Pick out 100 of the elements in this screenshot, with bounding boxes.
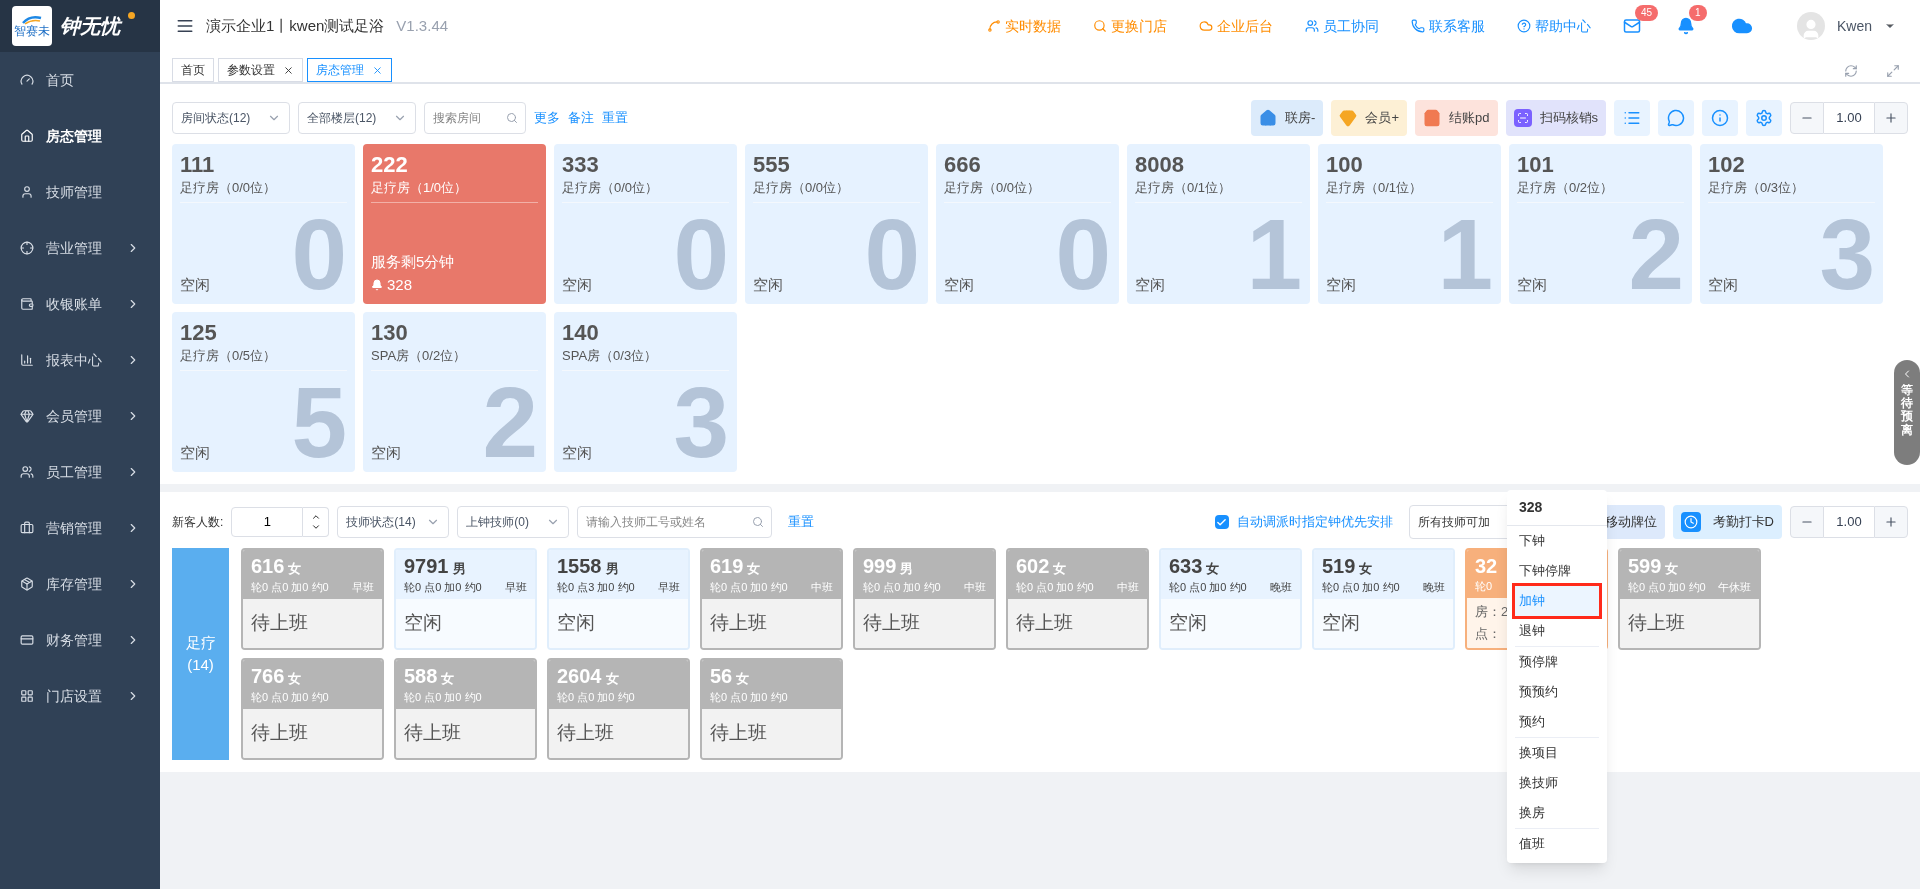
sidebar-item[interactable]: 会员管理 [0, 388, 160, 444]
fullscreen-icon[interactable] [1886, 64, 1900, 78]
sidebar-item[interactable]: 报表中心 [0, 332, 160, 388]
technician-status: 待上班 [710, 721, 767, 745]
page-tab[interactable]: 参数设置 [218, 58, 303, 82]
sidebar-item[interactable]: 首页 [0, 52, 160, 108]
shift-label: 晚班 [1423, 579, 1445, 595]
users-icon [1304, 19, 1319, 33]
technician-number: 56 [710, 664, 733, 688]
technician-stats: 轮0 点0 加0 约0 [404, 579, 482, 595]
technician-card[interactable]: 599 女 轮0 点0 加0 约0 午休班 待上班 [1618, 548, 1761, 650]
menu-item[interactable]: 值班 [1515, 829, 1599, 859]
technician-card[interactable]: 56 女 轮0 点0 加0 约0 待上班 [700, 658, 843, 760]
mail-icon[interactable] [1622, 17, 1641, 35]
user-name[interactable]: Kwen [1836, 15, 1872, 37]
room-status: 空闲 [1135, 274, 1166, 295]
technician-card[interactable]: 588 女 轮0 点0 加0 约0 待上班 [394, 658, 537, 760]
increment-button[interactable] [1874, 506, 1908, 538]
search-icon [752, 516, 765, 528]
bell-icon[interactable] [1676, 17, 1695, 35]
technician-card[interactable]: 519 女 轮0 点0 加0 约0 晚班 空闲 [1312, 548, 1455, 650]
user-icon [20, 185, 34, 199]
menu-icon[interactable] [176, 17, 194, 35]
room-search-field[interactable]: 搜索房间 [424, 102, 526, 134]
sidebar-item[interactable]: 财务管理 [0, 612, 160, 668]
refresh-icon[interactable] [1844, 64, 1858, 78]
icon-button[interactable] [1702, 100, 1738, 136]
shift-label: 中班 [964, 579, 986, 595]
technician-card[interactable]: 602 女 轮0 点0 加0 约0 中班 待上班 [1006, 548, 1149, 650]
side-drawer-tab[interactable]: 等待预离 [1894, 360, 1920, 465]
technician-card[interactable]: 999 男 轮0 点0 加0 约0 中班 待上班 [853, 548, 996, 650]
technician-card[interactable]: 2604 女 轮0 点0 加0 约0 待上班 [547, 658, 690, 760]
room-number: 125 [180, 320, 218, 346]
auto-dispatch-checkbox[interactable] [1214, 515, 1229, 529]
room-number: 140 [562, 320, 600, 346]
sidebar-item[interactable]: 营业管理 [0, 220, 160, 276]
technician-card[interactable]: 766 女 轮0 点0 加0 约0 待上班 [241, 658, 384, 760]
logo-caption: 智赛未 [14, 25, 50, 37]
technician-card[interactable]: 633 女 轮0 点0 加0 约0 晚班 空闲 [1159, 548, 1302, 650]
technician-card[interactable]: 619 女 轮0 点0 加0 约0 中班 待上班 [700, 548, 843, 650]
sidebar-item[interactable]: 员工管理 [0, 444, 160, 500]
wallet-icon [20, 297, 34, 311]
message-count: 45 [1634, 5, 1659, 21]
home-icon [20, 129, 34, 143]
filter-dropdown[interactable]: 技师状态(14) [337, 506, 450, 538]
technician-number: 1558 [557, 554, 602, 578]
number-input[interactable]: 1.00 [1824, 506, 1874, 538]
card-icon [20, 633, 34, 647]
technician-number: 616 [251, 554, 285, 578]
menu-item[interactable]: 退钟 [1515, 616, 1599, 646]
menu-item[interactable]: 预预约 [1515, 677, 1599, 707]
technician-status: 空闲 [557, 611, 595, 635]
icon-button[interactable] [1658, 100, 1694, 136]
technician-status: 待上班 [251, 611, 308, 635]
spin-buttons[interactable] [303, 507, 330, 537]
shift-label: 早班 [352, 579, 374, 595]
room-number: 333 [562, 152, 600, 178]
sidebar-item[interactable]: 营销管理 [0, 500, 160, 556]
room-status: 空闲 [180, 274, 211, 295]
filter-dropdown[interactable]: 房间状态(12) [172, 102, 290, 134]
sidebar-item[interactable]: 收银账单 [0, 276, 160, 332]
technician-gender: 女 [1665, 560, 1679, 578]
briefcase-icon [20, 521, 34, 535]
technician-card[interactable]: 616 女 轮0 点0 加0 约0 早班 待上班 [241, 548, 384, 650]
menu-item[interactable]: 下钟停牌 [1515, 556, 1599, 586]
technician-gender: 男 [452, 560, 466, 578]
close-icon[interactable] [283, 64, 294, 76]
technician-search-field[interactable]: 请输入技师工号或姓名 [577, 506, 773, 538]
room-type: 足疗房（0/1位） [1135, 178, 1302, 203]
sidebar-item[interactable]: 库存管理 [0, 556, 160, 612]
shift-label: 中班 [1117, 579, 1139, 595]
action-button[interactable]: 结账pd [1415, 100, 1498, 136]
clock-in-button[interactable]: 考勤打卡D [1672, 505, 1782, 539]
icon-button[interactable] [1746, 100, 1782, 136]
menu-item[interactable]: 换项目 [1515, 738, 1599, 768]
technician-gender: 女 [1206, 560, 1220, 578]
icon-button[interactable] [1614, 100, 1650, 136]
technician-card[interactable]: 9791 男 轮0 点0 加0 约0 早班 空闲 [394, 548, 537, 650]
bar-chart-icon [20, 353, 34, 367]
action-button[interactable]: 联房- [1251, 100, 1324, 136]
action-button[interactable]: 扫码核销s [1505, 100, 1606, 136]
filter-dropdown[interactable]: 上钟技师(0) [457, 506, 570, 538]
room-type: 足疗房（0/2位） [1517, 178, 1684, 203]
sidebar-item[interactable]: 房态管理 [0, 108, 160, 164]
menu-item[interactable]: 换技师 [1515, 768, 1599, 798]
menu-item[interactable]: 预停牌 [1515, 647, 1599, 677]
filter-dropdown[interactable]: 全部楼层(12) [298, 102, 416, 134]
number-input[interactable]: 1.00 [1824, 102, 1874, 134]
action-button[interactable]: 会员+ [1331, 100, 1408, 136]
sidebar-item[interactable]: 技师管理 [0, 164, 160, 220]
technician-card[interactable]: 1558 男 轮0 点3 加0 约0 早班 空闲 [547, 548, 690, 650]
search-icon [1092, 19, 1107, 33]
room-type: 足疗房（0/0位） [562, 178, 729, 203]
increment-button[interactable] [1874, 102, 1908, 134]
page-tab[interactable]: 首页 [172, 58, 214, 82]
sidebar-item[interactable]: 门店设置 [0, 668, 160, 724]
room-number: 222 [371, 152, 409, 178]
menu-item[interactable]: 预约 [1515, 707, 1599, 737]
guest-count-field[interactable]: 1 [231, 507, 304, 537]
menu-item[interactable]: 换房 [1515, 798, 1599, 828]
